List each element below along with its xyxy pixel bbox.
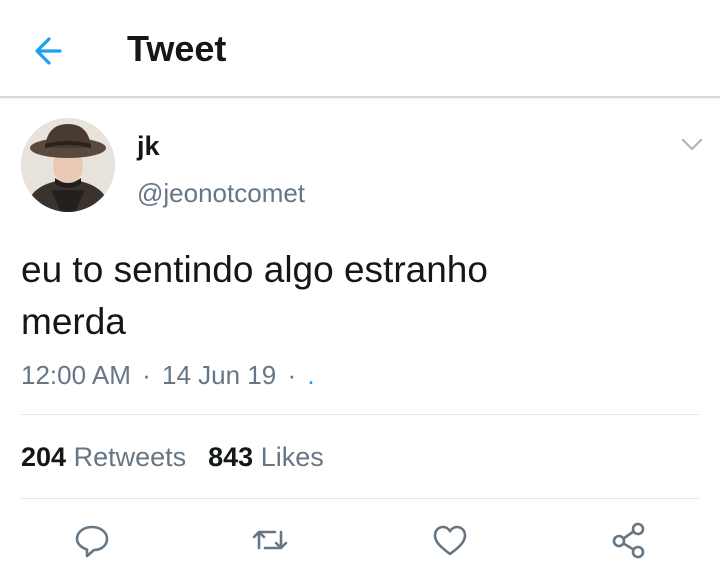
back-button[interactable] bbox=[30, 33, 70, 69]
tweet-menu-button[interactable] bbox=[679, 135, 705, 155]
tweet-text-line: merda bbox=[21, 301, 126, 342]
meta-separator: · bbox=[142, 360, 151, 390]
retweets-label: Retweets bbox=[73, 442, 187, 472]
share-button[interactable] bbox=[607, 518, 651, 562]
divider bbox=[21, 414, 699, 415]
retweet-button[interactable] bbox=[248, 518, 292, 562]
chevron-down-icon bbox=[681, 138, 703, 151]
tweet-text: eu to sentindo algo estranho merda bbox=[21, 244, 691, 348]
avatar-image bbox=[21, 118, 115, 212]
page-title: Tweet bbox=[127, 28, 227, 69]
share-icon bbox=[612, 522, 645, 559]
tweet-date: 14 Jun 19 bbox=[162, 360, 277, 390]
likes-stat[interactable]: 843 Likes bbox=[208, 442, 324, 472]
tweet-source-link[interactable]: . bbox=[307, 360, 314, 390]
avatar[interactable] bbox=[21, 118, 115, 212]
divider bbox=[21, 498, 699, 499]
arrow-left-icon bbox=[35, 37, 62, 65]
like-button[interactable] bbox=[428, 518, 472, 562]
author-display-name[interactable]: jk bbox=[137, 131, 160, 162]
reply-icon bbox=[75, 525, 109, 558]
likes-count: 843 bbox=[208, 442, 254, 472]
tweet-text-line: eu to sentindo algo estranho bbox=[21, 249, 488, 290]
tweet-meta: 12:00 AM · 14 Jun 19 · . bbox=[21, 360, 315, 391]
retweet-icon bbox=[252, 530, 288, 550]
app-header: Tweet bbox=[0, 0, 720, 98]
heart-icon bbox=[433, 525, 467, 556]
tweet-stats: 204 Retweets 843 Likes bbox=[21, 442, 324, 473]
action-bar bbox=[0, 518, 720, 564]
author-handle[interactable]: @jeonotcomet bbox=[137, 178, 305, 209]
meta-separator: · bbox=[287, 360, 297, 390]
retweets-stat[interactable]: 204 Retweets bbox=[21, 442, 186, 472]
reply-button[interactable] bbox=[70, 518, 114, 562]
tweet-time: 12:00 AM bbox=[21, 360, 131, 390]
likes-label: Likes bbox=[260, 442, 324, 472]
retweets-count: 204 bbox=[21, 442, 67, 472]
